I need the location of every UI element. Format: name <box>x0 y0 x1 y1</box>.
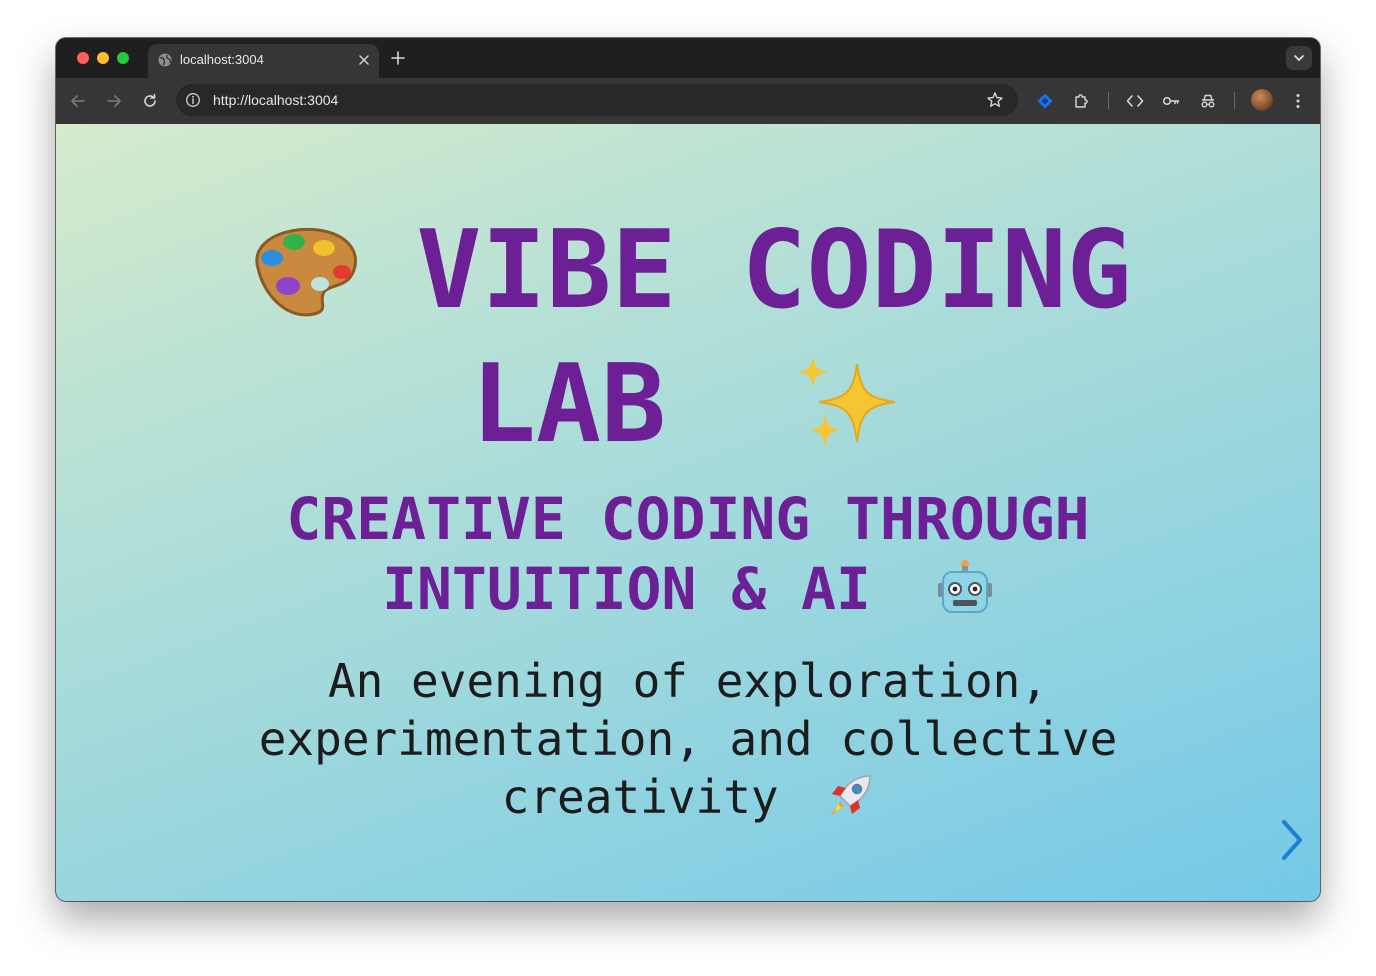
toolbar-divider <box>1108 92 1109 109</box>
more-menu-icon[interactable] <box>1289 92 1307 110</box>
forward-icon[interactable] <box>105 92 123 110</box>
browser-tab[interactable]: localhost:3004 <box>148 44 379 78</box>
new-tab-icon[interactable] <box>390 50 406 66</box>
close-window-button[interactable] <box>77 52 89 64</box>
tab-search-button[interactable] <box>1286 46 1312 70</box>
slide-subtitle: CREATIVE CODING THROUGH INTUITION & AI <box>56 484 1320 624</box>
password-key-icon[interactable] <box>1162 92 1180 110</box>
tab-strip: localhost:3004 <box>56 38 1320 78</box>
jira-extension-icon[interactable] <box>1036 92 1054 110</box>
globe-icon <box>158 53 172 67</box>
minimize-window-button[interactable] <box>97 52 109 64</box>
palette-icon <box>255 228 358 317</box>
tagline-line-3: creativity <box>56 768 1320 826</box>
tagline-line-2: experimentation, and collective <box>258 712 1118 766</box>
slide-title-line-1: VIBE CODING <box>56 204 1320 338</box>
chevron-down-icon <box>1294 55 1304 61</box>
tagline-text-line-3: creativity <box>501 770 779 824</box>
sparkles-icon <box>797 356 896 449</box>
subtitle-text-line-2: INTUITION & AI <box>382 555 871 623</box>
robot-icon <box>937 559 992 613</box>
reload-icon[interactable] <box>141 92 159 110</box>
toolbar-divider <box>1234 92 1235 109</box>
bookmark-star-icon[interactable] <box>986 91 1004 109</box>
slide-page: VIBE CODING LAB CREATIVE CODING THROUGH … <box>56 124 1320 901</box>
rocket-icon <box>830 774 872 816</box>
site-info-icon[interactable] <box>185 92 201 108</box>
incognito-icon[interactable] <box>1199 92 1217 110</box>
code-icon[interactable] <box>1126 92 1144 110</box>
next-slide-chevron-icon[interactable] <box>1278 818 1306 862</box>
slide-tagline: An evening of exploration, experimentati… <box>56 652 1320 826</box>
extensions-puzzle-icon[interactable] <box>1073 92 1091 110</box>
subtitle-line-2: INTUITION & AI <box>56 554 1320 624</box>
slide-title-line-2: LAB <box>56 338 1320 472</box>
tab-title: localhost:3004 <box>180 52 264 67</box>
maximize-window-button[interactable] <box>117 52 129 64</box>
slide-title: VIBE CODING LAB <box>56 204 1320 472</box>
subtitle-line-1: CREATIVE CODING THROUGH <box>286 485 1090 553</box>
tagline-line-1: An evening of exploration, <box>327 654 1049 708</box>
title-text-line-2: LAB <box>470 342 667 467</box>
title-text-line-1: VIBE CODING <box>416 208 1132 333</box>
url-text: http://localhost:3004 <box>213 92 339 108</box>
browser-toolbar: http://localhost:3004 <box>56 78 1320 124</box>
close-tab-icon[interactable] <box>356 52 372 68</box>
address-bar[interactable]: http://localhost:3004 <box>176 84 1018 116</box>
browser-window: localhost:3004 http://localhost:3004 VIB… <box>56 38 1320 901</box>
profile-avatar[interactable] <box>1251 89 1273 111</box>
back-icon[interactable] <box>69 92 87 110</box>
